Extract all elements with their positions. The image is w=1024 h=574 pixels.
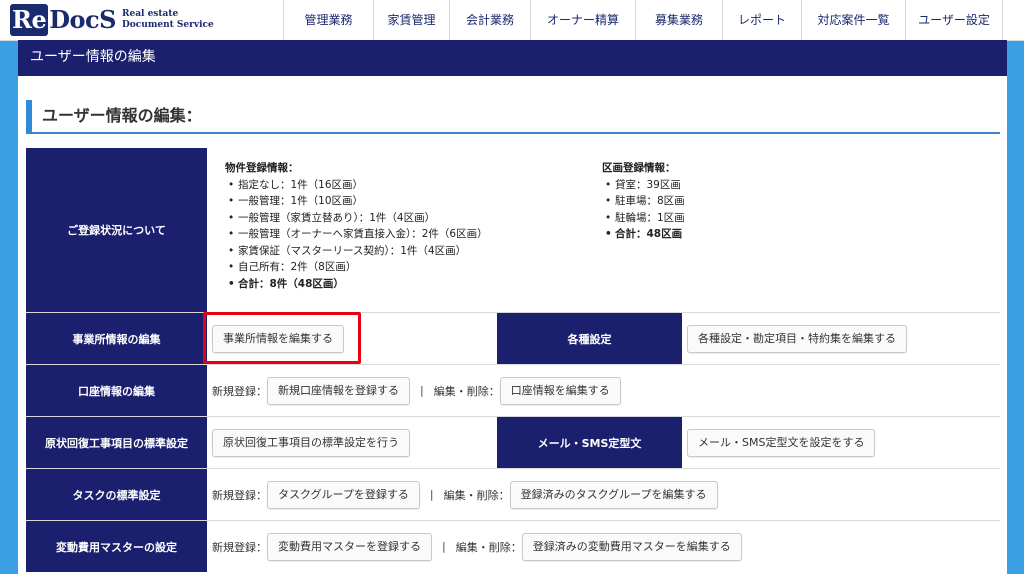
restoration-cell: 原状回復工事項目の標準設定を行う [207,417,497,468]
register-variable-cost-button[interactable]: 変動費用マスターを登録する [267,532,432,561]
settings-table: ご登録状況について 物件登録情報： 指定なし：1件（16区画） 一般管理：1件（… [26,148,1000,572]
top-bar: Re DocS Real estate Document Service 管理業務… [0,0,1024,41]
edit-misc-settings-button[interactable]: 各種設定・勘定項目・特約集を編集する [687,324,907,353]
row-registration: ご登録状況について 物件登録情報： 指定なし：1件（16区画） 一般管理：1件（… [26,148,1000,313]
main-panel: ユーザー情報の編集 ユーザー情報の編集： ご登録状況について 物件登録情報： 指… [18,40,1007,574]
separator: | [442,540,446,553]
task-edit-prefix: 編集・削除： [443,488,510,502]
misc-label: 各種設定 [497,313,682,364]
row-variable-cost: 変動費用マスターの設定 新規登録： 変動費用マスターを登録する | 編集・削除：… [26,521,1000,572]
nav-owner-settlement[interactable]: オーナー精算 [530,0,635,40]
row-office: 事業所情報の編集 事業所情報を編集する 各種設定 各種設定・勘定項目・特約集を編… [26,313,1000,365]
account-edit-prefix: 編集・削除： [433,384,500,398]
logo-mark: Re DocS [10,4,116,36]
nav-user-settings[interactable]: ユーザー設定 [905,0,1003,40]
list-item: 駐輪場：1区画 [605,210,685,227]
registration-info: 物件登録情報： 指定なし：1件（16区画） 一般管理：1件（10区画） 一般管理… [207,148,1000,312]
redocs-logo[interactable]: Re DocS Real estate Document Service [10,4,214,36]
task-new-prefix: 新規登録： [212,488,267,502]
list-item: 指定なし：1件（16区画） [228,177,602,194]
edit-task-group-button[interactable]: 登録済みのタスクグループを編集する [509,480,718,509]
list-item: 自己所有：2件（8区画） [228,259,602,276]
separator: | [429,488,434,501]
task-cell: 新規登録： タスクグループを登録する | 編集・削除： 登録済みのタスクグループ… [207,469,1000,520]
logo-text: Real estate Document Service [121,9,214,30]
account-new-prefix: 新規登録： [212,384,267,398]
row-restoration: 原状回復工事項目の標準設定 原状回復工事項目の標準設定を行う メール・SMS定型… [26,417,1000,469]
list-item: 家賃保証（マスターリース契約）：1件（4区画） [228,243,602,260]
nav-report[interactable]: レポート [722,0,801,40]
property-list: 指定なし：1件（16区画） 一般管理：1件（10区画） 一般管理（家賃立替あり）… [225,177,602,293]
office-label: 事業所情報の編集 [26,313,207,364]
list-item: 貸室：39区画 [605,177,685,194]
variable-cost-cell: 新規登録： 変動費用マスターを登録する | 編集・削除： 登録済みの変動費用マス… [207,521,1000,572]
variable-cost-label: 変動費用マスターの設定 [26,521,207,572]
nav-cases[interactable]: 対応案件一覧 [801,0,905,40]
property-info: 物件登録情報： 指定なし：1件（16区画） 一般管理：1件（10区画） 一般管理… [225,160,602,312]
task-label: タスクの標準設定 [26,469,207,520]
nav-accounting[interactable]: 会計業務 [449,0,530,40]
register-account-button[interactable]: 新規口座情報を登録する [267,376,410,405]
variable-cost-new-prefix: 新規登録： [212,540,267,554]
page-header: ユーザー情報の編集 [18,40,1007,76]
property-total: 合計：8件（48区画） [228,276,602,293]
mail-label: メール・SMS定型文 [497,417,682,468]
nav-rent[interactable]: 家賃管理 [373,0,449,40]
section-list: 貸室：39区画 駐車場：8区画 駐輪場：1区画 合計：48区画 [602,177,685,243]
account-cell: 新規登録： 新規口座情報を登録する | 編集・削除： 口座情報を編集する [207,365,1000,416]
row-task: タスクの標準設定 新規登録： タスクグループを登録する | 編集・削除： 登録済… [26,469,1000,521]
highlight-box [203,312,361,364]
edit-account-button[interactable]: 口座情報を編集する [499,376,621,405]
register-task-group-button[interactable]: タスクグループを登録する [267,480,420,509]
section-title: ユーザー情報の編集： [26,100,1000,134]
section-info: 区画登録情報： 貸室：39区画 駐車場：8区画 駐輪場：1区画 合計：48区画 [602,160,685,312]
restoration-settings-button[interactable]: 原状回復工事項目の標準設定を行う [212,428,410,457]
registration-label: ご登録状況について [26,148,207,312]
mail-template-button[interactable]: メール・SMS定型文を設定をする [687,428,876,457]
separator: | [420,384,424,397]
main-nav: 管理業務 家賃管理 会計業務 オーナー精算 募集業務 レポート 対応案件一覧 ユ… [283,0,1003,40]
account-label: 口座情報の編集 [26,365,207,416]
mail-cell: メール・SMS定型文を設定をする [682,417,1000,468]
list-item: 駐車場：8区画 [605,193,685,210]
nav-management[interactable]: 管理業務 [283,0,373,40]
list-item: 一般管理（オーナーへ家賃直接入金）：2件（6区画） [228,226,602,243]
list-item: 一般管理：1件（10区画） [228,193,602,210]
restoration-label: 原状回復工事項目の標準設定 [26,417,207,468]
row-account: 口座情報の編集 新規登録： 新規口座情報を登録する | 編集・削除： 口座情報を… [26,365,1000,417]
variable-cost-edit-prefix: 編集・削除： [455,540,522,554]
list-item: 一般管理（家賃立替あり）：1件（4区画） [228,210,602,227]
edit-variable-cost-button[interactable]: 登録済みの変動費用マスターを編集する [521,532,742,561]
misc-cell: 各種設定・勘定項目・特約集を編集する [682,313,1000,364]
section-total: 合計：48区画 [605,226,685,243]
restoration-half: 原状回復工事項目の標準設定を行う メール・SMS定型文 メール・SMS定型文を設… [207,417,1000,468]
nav-recruitment[interactable]: 募集業務 [635,0,722,40]
